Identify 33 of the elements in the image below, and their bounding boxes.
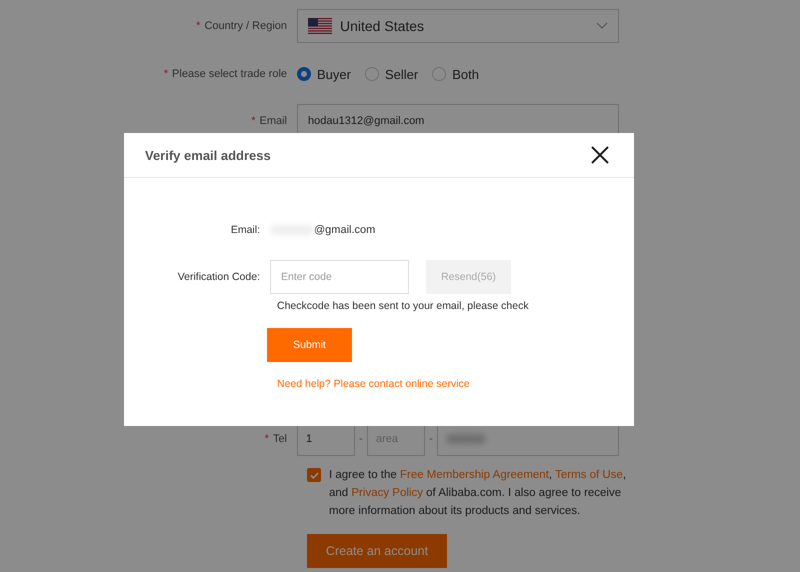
separator: - bbox=[428, 433, 434, 445]
checkmark-icon bbox=[310, 472, 318, 478]
field-label: * Country / Region bbox=[195, 20, 288, 32]
hint-text: Checkcode has been sent to your email, please check bbox=[277, 300, 530, 312]
flag-icon bbox=[308, 18, 332, 34]
email-label: Email: bbox=[230, 224, 261, 236]
required-mark: * bbox=[251, 115, 256, 127]
required-mark: * bbox=[264, 433, 269, 445]
help-link[interactable]: Need help? Please contact online service bbox=[277, 378, 470, 390]
agreement-link[interactable]: Privacy Policy bbox=[351, 487, 423, 499]
field-label: * Please select trade role bbox=[162, 68, 288, 80]
field-label: * Email bbox=[250, 115, 288, 127]
chevron-down-icon bbox=[596, 22, 608, 30]
required-mark: * bbox=[164, 68, 168, 80]
select-value: United States bbox=[340, 18, 426, 34]
role-radio[interactable]: Buyer bbox=[297, 66, 351, 82]
agree-checkbox[interactable] bbox=[307, 468, 321, 482]
email-value: @gmail.com bbox=[270, 224, 376, 236]
role-radio[interactable]: Seller bbox=[364, 66, 418, 82]
separator: - bbox=[358, 433, 364, 445]
country-select[interactable]: United States bbox=[297, 9, 619, 43]
agreement-text: I agree to the Free Membership Agreement, Terms of Use, and Privacy Policy of Alibaba.com. I also agree to receive more information about its products and services. bbox=[329, 468, 628, 519]
agreement-link[interactable]: Free Membership Agreement bbox=[400, 469, 549, 481]
create-account-button[interactable]: Create an account bbox=[307, 534, 447, 568]
required-mark: * bbox=[196, 20, 200, 32]
submit-button[interactable]: Submit bbox=[267, 328, 352, 362]
field-label: * Tel bbox=[264, 433, 288, 445]
dialog-title: Verify email address bbox=[145, 148, 271, 162]
close-button[interactable] bbox=[590, 145, 610, 165]
role-radio[interactable]: Both bbox=[432, 66, 479, 82]
agreement-link[interactable]: Terms of Use bbox=[555, 469, 623, 481]
code-input[interactable]: Enter code bbox=[270, 260, 409, 294]
code-label: Verification Code: bbox=[176, 271, 261, 283]
